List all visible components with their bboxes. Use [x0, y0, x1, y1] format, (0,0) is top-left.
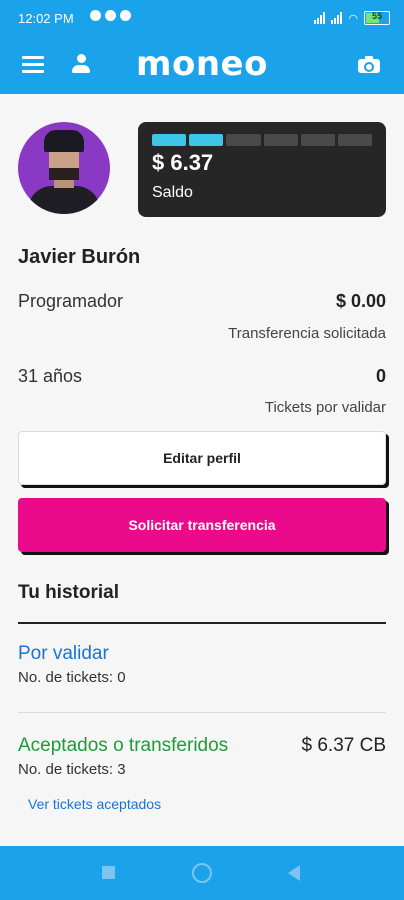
app-bar: moneo — [0, 38, 404, 94]
pending-section-title[interactable]: Por validar — [18, 643, 109, 665]
pending-tickets-count: No. de tickets: 0 — [18, 669, 126, 686]
edit-profile-button[interactable]: Editar perfil — [18, 431, 386, 485]
signal-icon-2 — [331, 12, 343, 24]
signal-icon — [314, 12, 326, 24]
accepted-section-title[interactable]: Aceptados o transferidos — [18, 735, 228, 757]
avatar[interactable] — [18, 122, 110, 214]
system-nav-bar — [0, 846, 404, 900]
wifi-icon: ◠ — [348, 12, 358, 25]
user-name: Javier Burón — [18, 246, 141, 268]
camera-icon[interactable] — [358, 55, 380, 73]
app-logo: moneo — [136, 44, 268, 84]
history-divider — [18, 622, 386, 624]
view-accepted-tickets-link[interactable]: Ver tickets aceptados — [28, 796, 161, 812]
battery-icon: 55 — [364, 11, 390, 25]
tickets-pending-count: 0 — [375, 366, 386, 386]
back-icon[interactable] — [288, 865, 300, 881]
transfer-requested-label: Transferencia solicitada — [228, 325, 386, 342]
balance-progress — [152, 134, 373, 146]
home-icon[interactable] — [192, 863, 212, 883]
tickets-pending-label: Tickets por validar — [264, 399, 386, 416]
section-divider — [18, 712, 386, 713]
occupation: Programador — [18, 291, 124, 311]
transfer-requested-amount: $ 0.00 — [335, 291, 386, 311]
history-title: Tu historial — [18, 582, 119, 603]
status-right: ◠ 55 — [314, 11, 390, 25]
accepted-tickets-count: No. de tickets: 3 — [18, 761, 126, 778]
recents-icon[interactable] — [102, 866, 115, 879]
accepted-amount: $ 6.37 CB — [301, 735, 387, 756]
battery-level: 55 — [371, 11, 382, 21]
user-age: 31 años — [18, 366, 83, 386]
status-notification-icons — [90, 10, 131, 21]
request-transfer-button[interactable]: Solicitar transferencia — [18, 498, 386, 552]
status-bar: 12:02 PM ◠ 55 — [0, 0, 404, 38]
balance-label: Saldo — [152, 184, 193, 201]
balance-amount: $ 6.37 — [152, 150, 214, 175]
balance-card: $ 6.37 Saldo — [138, 122, 386, 217]
status-time: 12:02 PM — [18, 11, 74, 26]
